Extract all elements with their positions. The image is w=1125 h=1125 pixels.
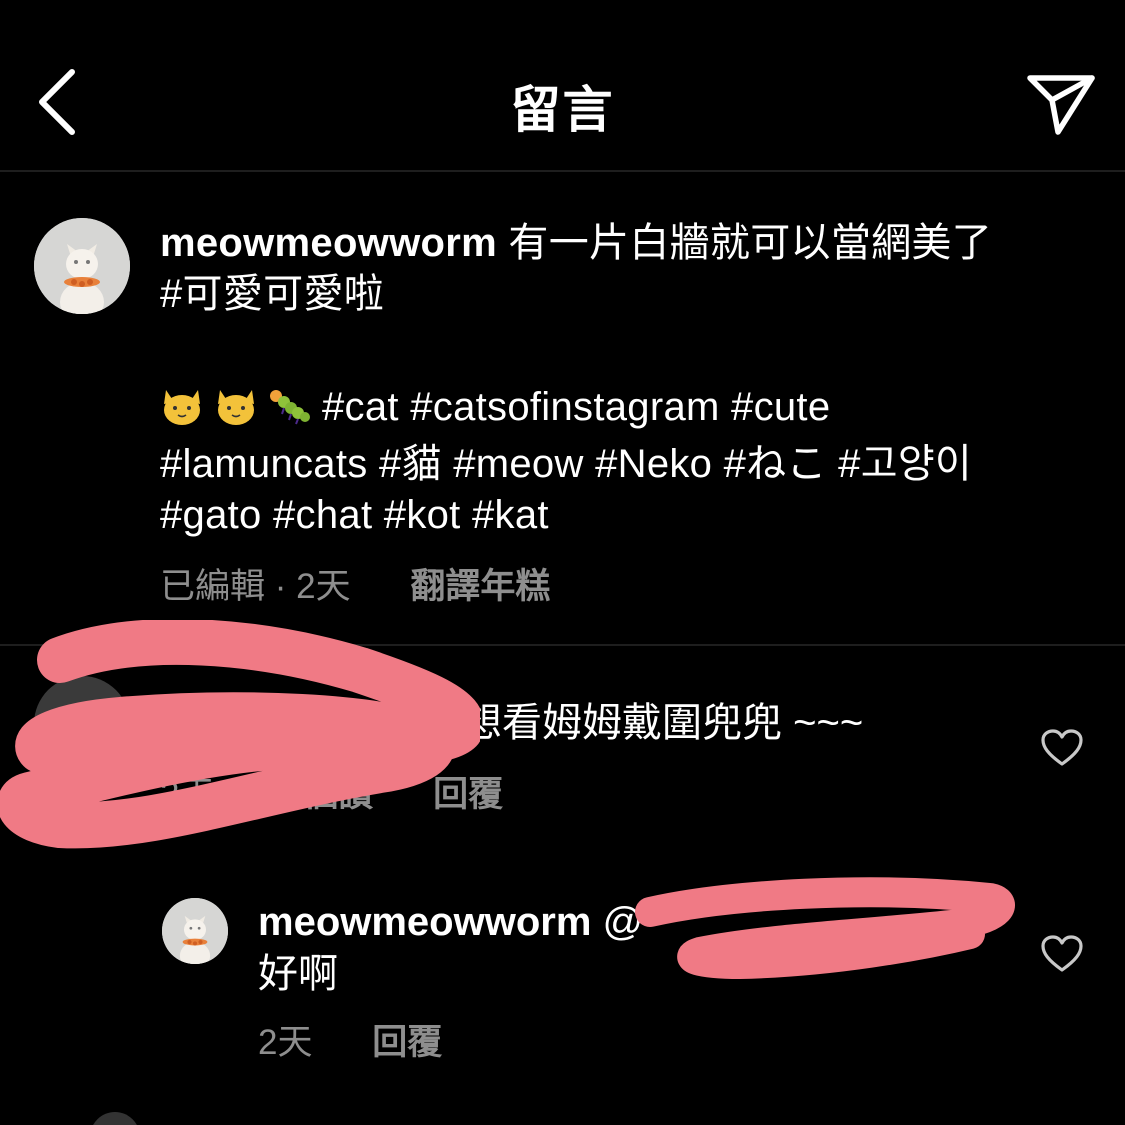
likes-count[interactable]: 1 個讚 <box>274 766 373 817</box>
cat-avatar-image <box>34 218 130 314</box>
redaction-scribble <box>635 877 1015 979</box>
comments-screen: 留言 meowmeowworm 有一片白牆就可以當網美了 #可愛可愛啦 #cat… <box>0 0 1125 1125</box>
reply-mention[interactable]: @ <box>591 900 644 944</box>
caption-hashtag[interactable]: #可愛可愛啦 <box>160 269 1080 320</box>
reply-button[interactable]: 回覆 <box>372 1014 442 1065</box>
comment-timestamp: 2天 <box>160 775 215 814</box>
page-title: 留言 <box>510 82 615 138</box>
caption-hashtags[interactable]: #gato #chat #kot #kat <box>160 490 1080 541</box>
translate-link[interactable]: 翻譯年糕 <box>410 558 550 609</box>
caption-hashtags[interactable]: #lamuncats #貓 #meow #Neko #ねこ #고양이 <box>160 439 1080 490</box>
share-button[interactable] <box>1022 66 1102 146</box>
caption: meowmeowworm 有一片白牆就可以當網美了 #可愛可愛啦 #cat #c… <box>160 218 1080 541</box>
reply-meta: 2天 回覆 <box>258 1014 442 1065</box>
cat-face-emoji <box>214 386 258 439</box>
comment-text: 想看姆姆戴圍兜兜 ~~~ <box>462 701 864 745</box>
reply-text: 好啊 <box>258 952 338 996</box>
cat-avatar-image <box>162 898 228 964</box>
caption-divider <box>0 644 1125 646</box>
caption-meta: 已編輯 · 2天 翻譯年糕 <box>160 558 550 609</box>
reply-username[interactable]: meowmeowworm <box>258 900 591 944</box>
caption-text: 有一片白牆就可以當網美了 <box>497 221 993 265</box>
paper-plane-icon <box>1027 75 1095 135</box>
bug-emoji <box>268 386 312 439</box>
avatar[interactable] <box>34 218 130 314</box>
avatar[interactable] <box>90 1112 140 1125</box>
avatar[interactable] <box>162 898 228 964</box>
heart-icon <box>1041 935 1083 972</box>
edited-timestamp: 已編輯 · 2天 <box>160 567 351 606</box>
like-button[interactable] <box>1040 934 1084 974</box>
like-button[interactable] <box>1040 728 1084 768</box>
top-bar: 留言 <box>0 0 1125 172</box>
avatar[interactable] <box>34 676 130 772</box>
heart-icon <box>1041 729 1083 766</box>
cat-face-emoji <box>160 386 204 439</box>
caption-hashtags[interactable]: #cat #catsofinstagram #cute <box>322 385 830 429</box>
caption-username[interactable]: meowmeowworm <box>160 221 497 265</box>
reply-comment: meowmeowworm @ 好啊 <box>258 896 643 1000</box>
header-divider <box>0 170 1125 172</box>
comment-meta: 2天 1 個讚 回覆 <box>160 766 503 817</box>
reply-button[interactable]: 回覆 <box>433 766 503 817</box>
reply-timestamp: 2天 <box>258 1023 313 1062</box>
